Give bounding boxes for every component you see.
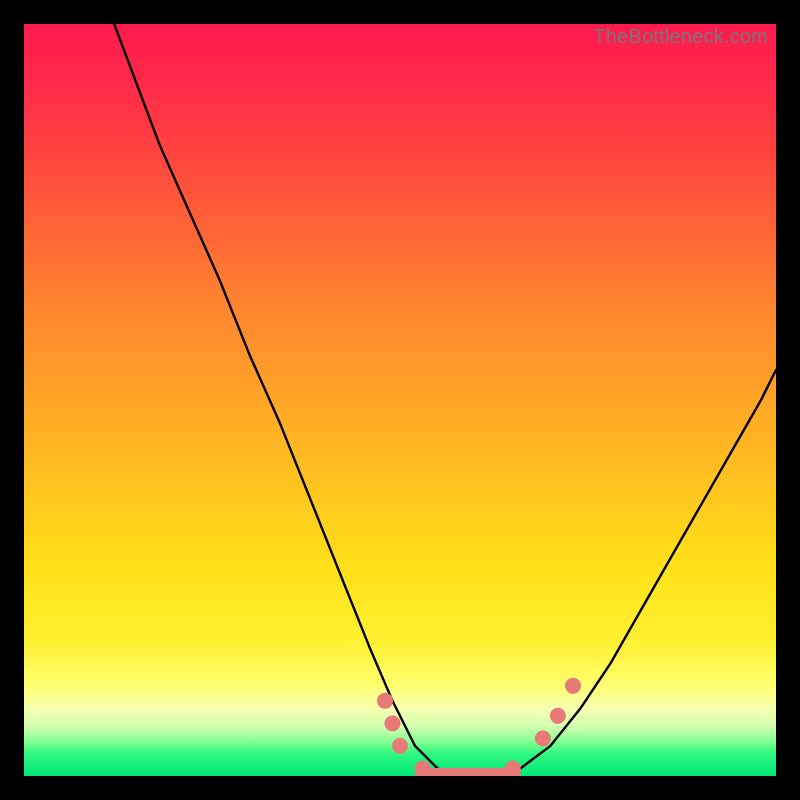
marker-left-cluster-2 (385, 715, 401, 731)
marker-right-cluster-1 (535, 730, 551, 746)
bottleneck-curve (114, 24, 776, 776)
curve-markers (377, 678, 581, 776)
plot-area: TheBottleneck.com (24, 24, 776, 776)
marker-trough-1 (415, 761, 431, 777)
marker-right-cluster-3 (565, 678, 581, 694)
curve-layer (24, 24, 776, 776)
marker-left-cluster-1 (377, 693, 393, 709)
chart-frame: TheBottleneck.com (0, 0, 800, 800)
marker-left-cluster-3 (392, 738, 408, 754)
marker-right-cluster-2 (550, 708, 566, 724)
marker-trough-5 (505, 761, 521, 777)
